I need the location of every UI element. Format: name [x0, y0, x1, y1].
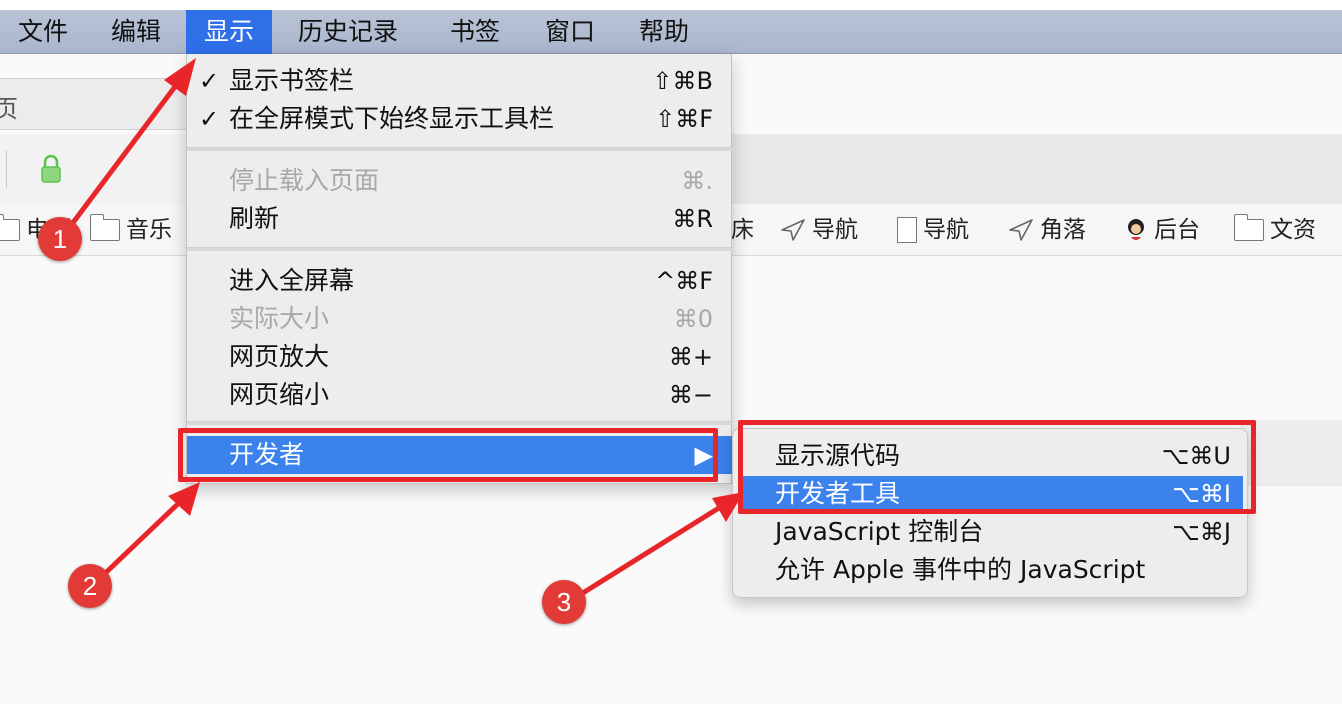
menu-item-label: 在全屏模式下始终显示工具栏: [229, 104, 555, 133]
avatar-icon: [1128, 219, 1144, 240]
menu-item-label: 网页放大: [229, 342, 330, 371]
menu-item-zoom-in[interactable]: 网页放大 ⌘+: [187, 338, 733, 376]
checkmark-icon: ✓: [199, 105, 220, 133]
view-menu-dropdown: ✓ 显示书签栏 ⇧⌘B ✓ 在全屏模式下始终显示工具栏 ⇧⌘F 停止载入页面 ⌘…: [186, 54, 733, 484]
navigation-arrow-icon: [1009, 219, 1033, 241]
highlight-box-developer-tools: [738, 420, 1256, 514]
tab-strip: 页: [0, 78, 200, 130]
menu-item-javascript-console[interactable]: JavaScript 控制台 ⌥⌘J: [739, 514, 1243, 550]
menu-file[interactable]: 文件: [0, 10, 86, 54]
document-icon: [897, 217, 917, 243]
menu-item-show-bookmarks-bar[interactable]: ✓ 显示书签栏 ⇧⌘B: [187, 62, 733, 100]
folder-icon: [1233, 214, 1264, 241]
menu-item-label: 显示书签栏: [229, 66, 355, 95]
menu-item-actual-size: 实际大小 ⌘0: [187, 300, 733, 338]
menu-item-shortcut: ⌘R: [672, 205, 713, 233]
menu-item-label: 进入全屏幕: [229, 266, 355, 295]
folder-icon: [89, 214, 120, 241]
menu-separator: [187, 247, 733, 251]
menu-history[interactable]: 历史记录: [280, 10, 416, 54]
menu-item-shortcut: ⌘−: [668, 381, 713, 409]
toolbar-divider: [6, 150, 7, 188]
menu-view[interactable]: 显示: [186, 10, 273, 54]
menu-item-label: 网页缩小: [229, 380, 330, 409]
menu-item-allow-apple-events-js[interactable]: 允许 Apple 事件中的 JavaScript: [739, 552, 1243, 588]
menu-separator: [187, 421, 733, 425]
bookmark-label: 音乐: [126, 217, 172, 243]
menu-item-label: JavaScript 控制台: [775, 517, 984, 546]
folder-icon: [0, 214, 20, 241]
bookmark-label: 文资: [1270, 217, 1316, 243]
bookmark-label: 角落: [1040, 217, 1086, 243]
tab-title-fragment: 页: [0, 95, 18, 123]
bookmark-item[interactable]: 音乐: [89, 204, 172, 256]
menu-item-stop-loading: 停止载入页面 ⌘.: [187, 162, 733, 200]
menu-item-zoom-out[interactable]: 网页缩小 ⌘−: [187, 376, 733, 414]
menu-item-label: 刷新: [229, 204, 280, 233]
menu-separator: [187, 147, 733, 151]
highlight-box-developer: [178, 428, 718, 482]
bookmark-item[interactable]: 导航: [897, 204, 969, 256]
menu-item-shortcut: ⌥⌘J: [1172, 518, 1231, 546]
bookmark-label: 导航: [812, 217, 858, 243]
menu-item-reload[interactable]: 刷新 ⌘R: [187, 200, 733, 238]
bookmark-label: 后台: [1154, 217, 1200, 243]
menu-item-shortcut: ⌘.: [681, 167, 713, 195]
menu-item-shortcut: ⇧⌘F: [655, 105, 713, 133]
bookmark-label: 床: [731, 217, 754, 243]
bookmark-item[interactable]: 导航: [780, 204, 858, 256]
menu-window[interactable]: 窗口: [527, 10, 613, 54]
checkmark-icon: ✓: [199, 67, 220, 95]
menu-edit[interactable]: 编辑: [93, 10, 179, 54]
menu-item-enter-fullscreen[interactable]: 进入全屏幕 ^⌘F: [187, 262, 733, 300]
step-badge-3: 3: [542, 580, 586, 624]
menu-item-always-show-toolbar[interactable]: ✓ 在全屏模式下始终显示工具栏 ⇧⌘F: [187, 100, 733, 138]
menu-help[interactable]: 帮助: [621, 10, 707, 54]
menu-bookmarks[interactable]: 书签: [432, 10, 518, 54]
address-bar[interactable]: [730, 134, 1342, 208]
menu-item-shortcut: ⌘+: [668, 343, 713, 371]
bookmark-item[interactable]: 角落: [1008, 204, 1086, 256]
menu-item-label: 允许 Apple 事件中的 JavaScript: [775, 555, 1146, 584]
menu-item-shortcut: ⌘0: [673, 305, 713, 333]
menu-item-label: 停止载入页面: [229, 166, 380, 195]
step-badge-1: 1: [38, 217, 82, 261]
menu-item-shortcut: ^⌘F: [655, 267, 713, 295]
bookmark-label: 导航: [923, 217, 969, 243]
menu-item-label: 实际大小: [229, 304, 330, 333]
menu-bar: 文件 编辑 显示 历史记录 书签 窗口 帮助: [0, 10, 1342, 54]
bookmark-item[interactable]: 床: [731, 204, 754, 256]
bookmark-item[interactable]: 后台: [1124, 204, 1200, 256]
bookmark-item[interactable]: 文资: [1233, 204, 1316, 256]
step-badge-2: 2: [68, 564, 112, 608]
navigation-arrow-icon: [781, 219, 805, 241]
lock-icon: [41, 154, 61, 183]
menu-item-shortcut: ⇧⌘B: [652, 67, 713, 95]
